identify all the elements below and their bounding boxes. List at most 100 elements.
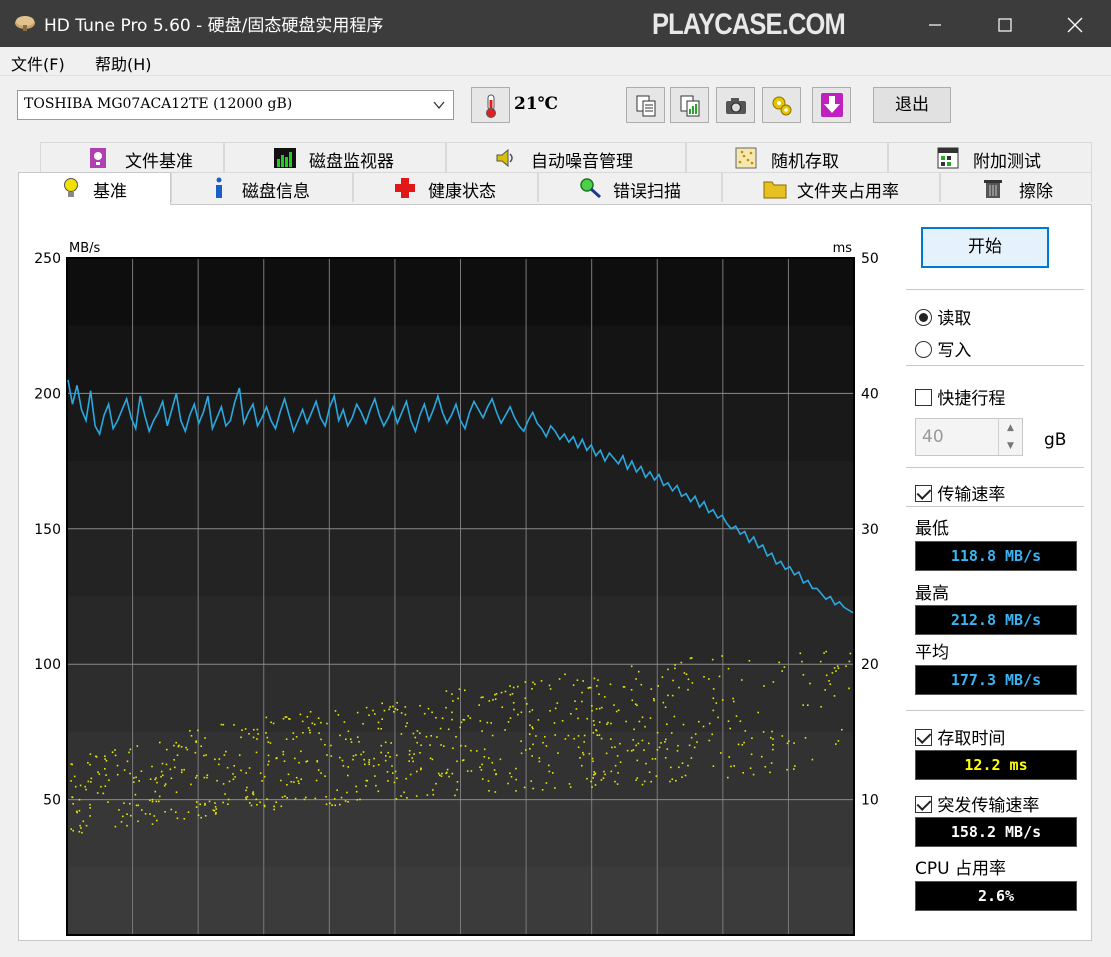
access-time-point xyxy=(549,710,551,712)
access-time-point xyxy=(176,817,179,820)
access-time-point xyxy=(664,741,666,743)
access-time-point xyxy=(479,766,481,768)
access-time-point xyxy=(285,738,288,740)
access-time-point xyxy=(825,650,827,653)
tab-benchmark[interactable]: 基准 xyxy=(18,172,171,205)
left-axis-unit: MB/s xyxy=(69,241,101,256)
access-time-point xyxy=(742,772,744,774)
access-time-point xyxy=(570,713,572,715)
access-time-point xyxy=(383,709,386,712)
transfer-rate-checkbox[interactable]: 传输速率 xyxy=(915,480,1005,505)
access-time-point xyxy=(717,716,719,719)
access-time-point xyxy=(200,816,202,819)
access-time-point xyxy=(604,773,606,776)
access-time-point xyxy=(666,748,669,750)
access-time-point xyxy=(510,776,513,778)
access-time-point xyxy=(164,811,166,813)
read-radio[interactable]: 读取 xyxy=(915,304,971,329)
right-axis-tick-label: 10 xyxy=(861,793,879,809)
access-time-point xyxy=(788,740,790,742)
access-time-point xyxy=(708,739,711,742)
access-time-point xyxy=(532,727,534,730)
access-time-point xyxy=(538,757,541,759)
access-time-point xyxy=(635,744,637,747)
access-time-point xyxy=(222,801,224,804)
access-time-point xyxy=(615,710,618,713)
access-time-point xyxy=(712,765,715,767)
read-radio-label: 读取 xyxy=(937,309,972,329)
access-time-point xyxy=(137,804,140,807)
access-time-point xyxy=(320,721,322,724)
access-time-point xyxy=(529,748,531,750)
access-time-point xyxy=(324,775,326,777)
start-button[interactable]: 开始 xyxy=(921,227,1049,268)
access-time-point xyxy=(643,780,646,783)
stepper-arrows[interactable]: ▲ ▼ xyxy=(998,419,1022,455)
access-time-point xyxy=(155,800,158,803)
access-time-point xyxy=(408,750,411,752)
access-time-point xyxy=(300,750,302,753)
access-time-point xyxy=(116,773,119,776)
access-time-point xyxy=(334,804,336,807)
access-time-point xyxy=(439,727,442,730)
access-time-point xyxy=(352,758,354,761)
access-time-point xyxy=(252,736,255,739)
access-time-point xyxy=(750,753,753,756)
access-time-point xyxy=(344,800,347,802)
access-time-point xyxy=(760,755,763,758)
access-time-point xyxy=(430,735,432,737)
access-time-point xyxy=(362,751,365,753)
access-time-point xyxy=(448,775,450,778)
access-time-point xyxy=(80,827,82,829)
access-time-point xyxy=(166,748,168,751)
access-time-point xyxy=(581,691,583,694)
write-radio[interactable]: 写入 xyxy=(915,336,971,361)
access-time-point xyxy=(636,777,639,779)
access-time-point xyxy=(204,802,206,805)
access-time-checkbox[interactable]: 存取时间 xyxy=(915,724,1005,749)
access-time-point xyxy=(154,778,156,781)
short-stroke-stepper[interactable]: 40 ▲ ▼ xyxy=(915,418,1023,456)
access-time-point xyxy=(267,741,270,743)
short-stroke-checkbox[interactable]: 快捷行程 xyxy=(915,384,1005,409)
access-time-point xyxy=(630,750,633,752)
access-time-point xyxy=(273,805,275,808)
access-time-point xyxy=(227,803,229,805)
radio-indicator xyxy=(915,341,932,358)
access-time-point xyxy=(189,730,191,732)
access-time-point xyxy=(605,752,608,755)
access-time-point xyxy=(586,717,588,720)
access-time-point xyxy=(97,771,99,773)
access-time-point xyxy=(195,776,197,779)
access-time-point xyxy=(588,686,591,689)
access-time-point xyxy=(286,784,288,786)
access-time-point xyxy=(682,723,685,726)
access-time-point xyxy=(643,749,645,751)
access-time-point xyxy=(687,688,689,691)
access-time-point xyxy=(78,809,81,812)
stepper-down-icon[interactable]: ▼ xyxy=(999,437,1022,455)
access-time-point xyxy=(392,772,394,774)
access-time-point xyxy=(598,734,601,736)
access-time-point xyxy=(248,767,251,769)
stepper-up-icon[interactable]: ▲ xyxy=(999,419,1022,437)
access-time-point xyxy=(82,820,85,823)
burst-rate-checkbox[interactable]: 突发传输速率 xyxy=(915,791,1039,816)
access-time-point xyxy=(175,741,177,744)
access-time-point xyxy=(281,796,284,798)
access-time-point xyxy=(133,777,135,779)
access-time-point xyxy=(325,803,328,806)
access-time-point xyxy=(265,732,267,734)
access-time-point xyxy=(671,694,674,697)
right-axis-tick-label: 40 xyxy=(861,386,879,402)
access-time-point xyxy=(244,728,247,730)
access-time-point xyxy=(355,754,357,756)
access-time-point xyxy=(673,715,676,718)
access-time-point xyxy=(517,685,519,688)
access-time-point xyxy=(159,741,161,744)
access-time-point xyxy=(108,779,110,781)
access-time-point xyxy=(633,728,635,731)
access-time-point xyxy=(347,774,349,777)
left-axis-tick-label: 200 xyxy=(34,386,61,402)
access-time-point xyxy=(71,763,73,766)
